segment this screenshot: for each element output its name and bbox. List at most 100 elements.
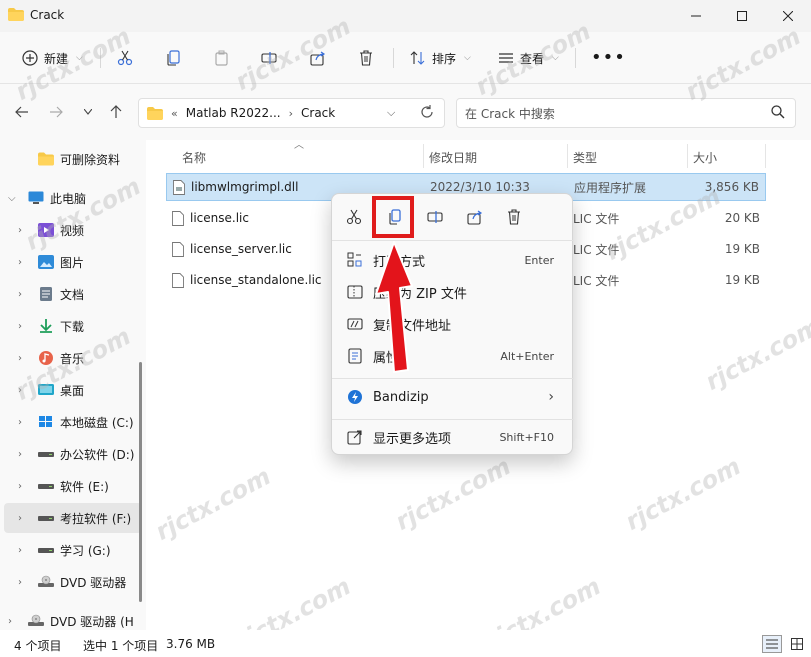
sort-button[interactable]: 排序 ⌵ bbox=[410, 46, 471, 70]
paste-button[interactable] bbox=[214, 46, 230, 70]
chevron-down-icon[interactable]: ⌵ bbox=[8, 193, 18, 204]
sidebar-item-label: 图片 bbox=[60, 255, 85, 270]
show-more-options-item[interactable]: 显示更多选项 Shift+F10 bbox=[338, 422, 568, 452]
sidebar-item-drive-c[interactable]: › 本地磁盘 (C:) bbox=[0, 407, 146, 437]
new-button[interactable]: 新建 ⌵ bbox=[22, 46, 83, 70]
column-divider[interactable] bbox=[423, 144, 424, 168]
menu-item-label: Bandizip bbox=[373, 389, 429, 405]
view-button[interactable]: 查看 ⌵ bbox=[498, 46, 559, 70]
sidebar-item-label: 下载 bbox=[60, 319, 85, 334]
sort-label: 排序 bbox=[432, 51, 457, 66]
details-view-button[interactable] bbox=[762, 635, 782, 653]
chevron-right-icon[interactable]: › bbox=[18, 577, 28, 588]
column-divider[interactable] bbox=[765, 144, 766, 168]
chevron-right-icon[interactable]: › bbox=[18, 289, 28, 300]
drive-icon bbox=[38, 548, 54, 553]
column-header-type[interactable]: 类型 bbox=[573, 146, 597, 168]
refresh-icon[interactable] bbox=[420, 105, 434, 119]
forward-button[interactable] bbox=[44, 102, 68, 122]
minimize-button[interactable] bbox=[673, 0, 719, 32]
sidebar-item-drive-g[interactable]: › 学习 (G:) bbox=[0, 535, 146, 565]
dll-file-icon bbox=[173, 179, 185, 195]
copy-button[interactable] bbox=[166, 46, 182, 70]
column-header-size[interactable]: 大小 bbox=[693, 146, 717, 168]
column-header-name[interactable]: 名称 bbox=[182, 146, 206, 168]
sidebar-item-videos[interactable]: › 视频 bbox=[0, 215, 146, 245]
arrow-right-icon bbox=[50, 106, 63, 118]
chevron-down-icon bbox=[84, 109, 92, 115]
address-bar[interactable]: « Matlab R2022... › Crack ⌵ bbox=[138, 98, 445, 128]
chevron-right-icon[interactable]: › bbox=[18, 257, 28, 268]
delete-button[interactable] bbox=[358, 46, 374, 70]
sidebar-item-drive-f[interactable]: › 考拉软件 (F:) bbox=[4, 503, 142, 533]
context-menu-quick-actions bbox=[332, 194, 574, 240]
breadcrumb-crack[interactable]: Crack bbox=[301, 106, 335, 120]
sidebar-item-dvd-drive[interactable]: › DVD 驱动器 bbox=[0, 567, 146, 597]
column-divider[interactable] bbox=[567, 144, 568, 168]
recent-locations-button[interactable] bbox=[76, 102, 100, 122]
chevron-right-icon[interactable]: › bbox=[18, 513, 28, 524]
sidebar-item-label: 软件 (E:) bbox=[60, 479, 109, 494]
paste-icon bbox=[215, 50, 228, 66]
picture-icon bbox=[38, 255, 54, 269]
sidebar-scrollbar[interactable] bbox=[139, 362, 142, 602]
menu-item-shortcut: Shift+F10 bbox=[499, 430, 554, 444]
sidebar-item-label: 音乐 bbox=[60, 351, 85, 366]
chevron-right-icon[interactable]: › bbox=[18, 449, 28, 460]
breadcrumb-matlab[interactable]: Matlab R2022... bbox=[186, 106, 281, 120]
sidebar-item-removable-data[interactable]: 可删除资料 bbox=[0, 144, 146, 174]
computer-icon bbox=[28, 191, 44, 204]
desktop-icon bbox=[38, 384, 54, 395]
column-divider[interactable] bbox=[687, 144, 688, 168]
close-button[interactable] bbox=[765, 0, 811, 32]
search-placeholder: 在 Crack 中搜索 bbox=[465, 106, 555, 121]
chevron-right-icon[interactable]: › bbox=[18, 353, 28, 364]
chevron-right-icon[interactable]: › bbox=[18, 385, 28, 396]
windows-drive-icon bbox=[39, 416, 52, 427]
bandizip-item[interactable]: Bandizip › bbox=[338, 382, 568, 412]
sidebar-item-desktop[interactable]: › 桌面 bbox=[0, 375, 146, 405]
delete-action[interactable] bbox=[503, 206, 525, 228]
sidebar-item-downloads[interactable]: › 下载 bbox=[0, 311, 146, 341]
title-bar: Crack bbox=[0, 0, 811, 32]
back-button[interactable] bbox=[10, 102, 34, 122]
more-options-button[interactable]: ••• bbox=[591, 46, 626, 70]
sidebar-item-this-pc[interactable]: ⌵ 此电脑 bbox=[0, 183, 146, 213]
file-type: LIC 文件 bbox=[573, 211, 620, 226]
chevron-right-icon[interactable]: › bbox=[18, 545, 28, 556]
cut-action[interactable] bbox=[343, 206, 365, 228]
sidebar-item-dvd-drive-h[interactable]: › DVD 驱动器 (H bbox=[0, 606, 146, 630]
sidebar-item-drive-d[interactable]: › 办公软件 (D:) bbox=[0, 439, 146, 469]
sidebar-item-label: 办公软件 (D:) bbox=[60, 447, 135, 462]
menu-divider bbox=[332, 419, 574, 420]
maximize-button[interactable] bbox=[719, 0, 765, 32]
cut-button[interactable] bbox=[117, 46, 133, 70]
chevron-down-icon[interactable]: ⌵ bbox=[387, 106, 395, 120]
sidebar-item-documents[interactable]: › 文档 bbox=[0, 279, 146, 309]
new-label: 新建 bbox=[44, 51, 69, 66]
overflow-chevron[interactable]: « bbox=[171, 107, 178, 120]
chevron-right-icon[interactable]: › bbox=[18, 321, 28, 332]
chevron-right-icon[interactable]: › bbox=[18, 225, 28, 236]
chevron-right-icon[interactable]: › bbox=[8, 616, 18, 627]
rename-button[interactable] bbox=[261, 46, 277, 70]
share-button[interactable] bbox=[310, 46, 326, 70]
sidebar-item-pictures[interactable]: › 图片 bbox=[0, 247, 146, 277]
view-icon bbox=[499, 53, 513, 63]
file-size: 19 KB bbox=[724, 242, 760, 256]
up-button[interactable] bbox=[104, 102, 128, 122]
search-box[interactable]: 在 Crack 中搜索 bbox=[456, 98, 796, 128]
file-icon bbox=[172, 241, 184, 257]
sidebar-item-drive-e[interactable]: › 软件 (E:) bbox=[0, 471, 146, 501]
sidebar-item-label: DVD 驱动器 bbox=[60, 575, 127, 590]
chevron-right-icon[interactable]: › bbox=[18, 481, 28, 492]
trash-icon bbox=[360, 50, 372, 66]
sidebar-item-music[interactable]: › 音乐 bbox=[0, 343, 146, 373]
share-action[interactable] bbox=[464, 206, 486, 228]
chevron-right-icon[interactable]: › bbox=[18, 417, 28, 428]
column-header-date[interactable]: 修改日期 bbox=[429, 146, 477, 168]
zip-icon bbox=[346, 283, 364, 301]
tiles-view-button[interactable] bbox=[787, 635, 807, 653]
annotation-arrow-icon bbox=[375, 241, 413, 373]
folder-icon bbox=[8, 8, 24, 21]
